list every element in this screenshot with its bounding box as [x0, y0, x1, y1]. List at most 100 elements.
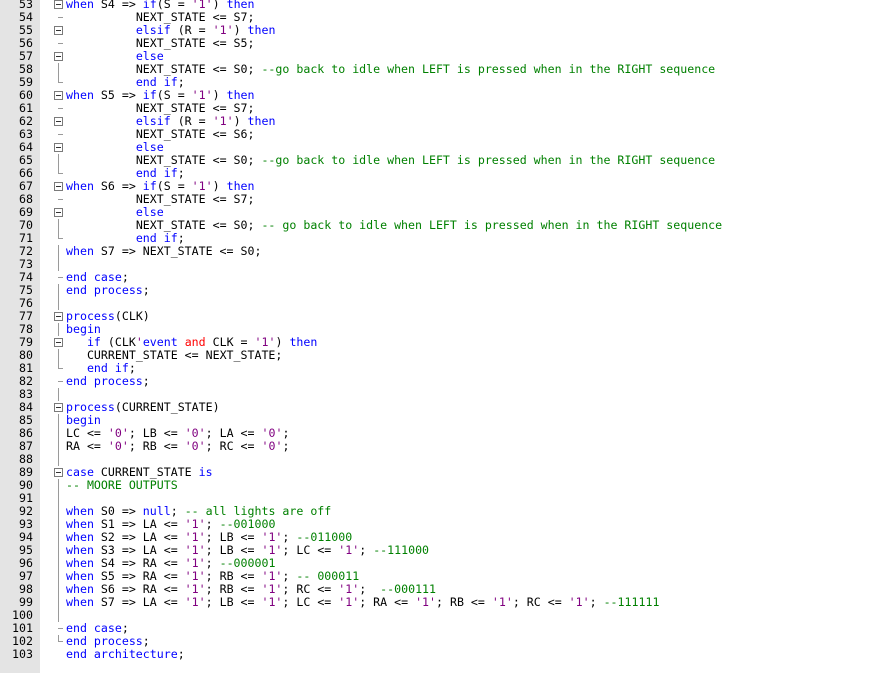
code-text[interactable]: when S7 => NEXT_STATE <= S0;	[66, 245, 261, 258]
code-line[interactable]: 72 when S7 => NEXT_STATE <= S0;	[0, 245, 872, 258]
token-kw: when	[66, 179, 94, 193]
token-kw: else	[135, 205, 164, 219]
token-txt: ;	[142, 283, 150, 297]
token-str: '1'	[212, 23, 234, 37]
fold-toggle-icon[interactable]	[54, 338, 63, 347]
token-kw: when	[66, 244, 94, 258]
code-line[interactable]: 103 end architecture;	[0, 648, 872, 661]
token-cm: --go back to idle when LEFT is pressed w…	[261, 153, 716, 167]
token-txt: )	[275, 335, 290, 349]
token-txt: (S =	[156, 179, 192, 193]
token-txt: ;	[142, 634, 150, 648]
fold-toggle-icon[interactable]	[54, 26, 63, 35]
token-txt: CURRENT_STATE <= NEXT_STATE;	[86, 348, 283, 362]
token-str: '1'	[338, 582, 360, 596]
fold-toggle-icon[interactable]	[54, 312, 63, 321]
fold-guide	[58, 219, 59, 232]
fold-guide	[58, 167, 63, 174]
token-kw: end if	[135, 166, 178, 180]
fold-toggle-icon[interactable]	[54, 208, 63, 217]
fold-toggle-icon[interactable]	[54, 403, 63, 412]
token-kw: else	[135, 49, 164, 63]
token-kw: begin	[66, 413, 101, 427]
code-line[interactable]: 82 end process;	[0, 375, 872, 388]
fold-guide	[58, 492, 59, 505]
token-kw: when	[66, 595, 94, 609]
token-txt: ; RB <=	[205, 582, 262, 596]
token-cm: --111000	[373, 543, 430, 557]
token-txt: (R =	[170, 114, 213, 128]
token-cm: --go back to idle when LEFT is pressed w…	[261, 62, 716, 76]
token-txt: RA <=	[66, 439, 108, 453]
token-cm: --111111	[603, 595, 660, 609]
token-str: '1'	[261, 543, 283, 557]
token-str: '1'	[338, 595, 360, 609]
fold-toggle-icon[interactable]	[54, 468, 63, 477]
fold-guide	[58, 199, 63, 200]
token-str: '	[135, 335, 143, 349]
code-line[interactable]: 77 process(CLK)	[0, 310, 872, 323]
token-txt: ;	[177, 166, 185, 180]
token-txt: ; RC <=	[512, 595, 569, 609]
code-line[interactable]: 90 -- MOORE OUTPUTS	[0, 479, 872, 492]
fold-guide	[58, 43, 63, 44]
code-text[interactable]: end architecture;	[66, 648, 185, 661]
fold-toggle-icon[interactable]	[54, 182, 63, 191]
fold-guide	[58, 63, 59, 76]
token-txt: S7 => LA <=	[93, 595, 185, 609]
token-kw: end if	[86, 361, 129, 375]
fold-guide	[58, 628, 63, 629]
token-txt: )	[212, 88, 227, 102]
code-line[interactable]: 99 when S7 => LA <= '1'; LB <= '1'; LC <=…	[0, 596, 872, 609]
token-txt: ; LC <=	[282, 543, 339, 557]
code-text[interactable]: end process;	[66, 375, 150, 388]
fold-guide	[58, 134, 63, 135]
fold-toggle-icon[interactable]	[54, 52, 63, 61]
token-str: '1'	[415, 595, 437, 609]
code-text[interactable]: RA <= '0'; RB <= '0'; RC <= '0';	[66, 440, 289, 453]
code-line[interactable]: 73	[0, 258, 872, 271]
fold-guide	[58, 284, 59, 297]
code-text[interactable]: end process;	[66, 284, 150, 297]
code-text[interactable]: -- MOORE OUTPUTS	[66, 479, 178, 492]
token-txt: S1 => LA <=	[93, 517, 185, 531]
fold-guide	[58, 453, 59, 466]
token-txt: (R =	[170, 23, 213, 37]
token-kw: end process	[66, 374, 143, 388]
fold-toggle-icon[interactable]	[54, 143, 63, 152]
token-kw: end process	[66, 283, 143, 297]
token-txt: S4 => RA <=	[93, 556, 185, 570]
fold-guide	[58, 583, 59, 596]
token-str: '0'	[261, 426, 283, 440]
token-txt: ;	[170, 504, 185, 518]
code-editor[interactable]: 53 when S4 => if(S = '1') then 54 NEXT_STA…	[0, 0, 872, 661]
code-text[interactable]: when S7 => LA <= '1'; LB <= '1'; LC <= '…	[66, 596, 659, 609]
token-txt: ; LC <=	[282, 595, 339, 609]
code-line[interactable]: 75 end process;	[0, 284, 872, 297]
code-line[interactable]: 87 RA <= '0'; RB <= '0'; RC <= '0';	[0, 440, 872, 453]
fold-guide	[58, 388, 59, 401]
token-txt: NEXT_STATE <= S7;	[135, 192, 255, 206]
fold-guide	[58, 232, 63, 239]
fold-toggle-icon[interactable]	[54, 0, 63, 9]
token-txt: ;	[589, 595, 604, 609]
token-txt: ;	[142, 374, 150, 388]
token-op: and	[184, 335, 206, 349]
token-txt: )	[233, 23, 248, 37]
code-line[interactable]: 84 process(CURRENT_STATE)	[0, 401, 872, 414]
token-txt: S3 => LA <=	[93, 543, 185, 557]
token-str: '1'	[254, 335, 276, 349]
token-str: '1'	[261, 595, 283, 609]
code-line[interactable]: 100	[0, 609, 872, 622]
token-txt: S5 => RA <=	[93, 569, 185, 583]
fold-toggle-icon[interactable]	[54, 117, 63, 126]
fold-toggle-icon[interactable]	[54, 91, 63, 100]
token-str: '1'	[184, 556, 206, 570]
